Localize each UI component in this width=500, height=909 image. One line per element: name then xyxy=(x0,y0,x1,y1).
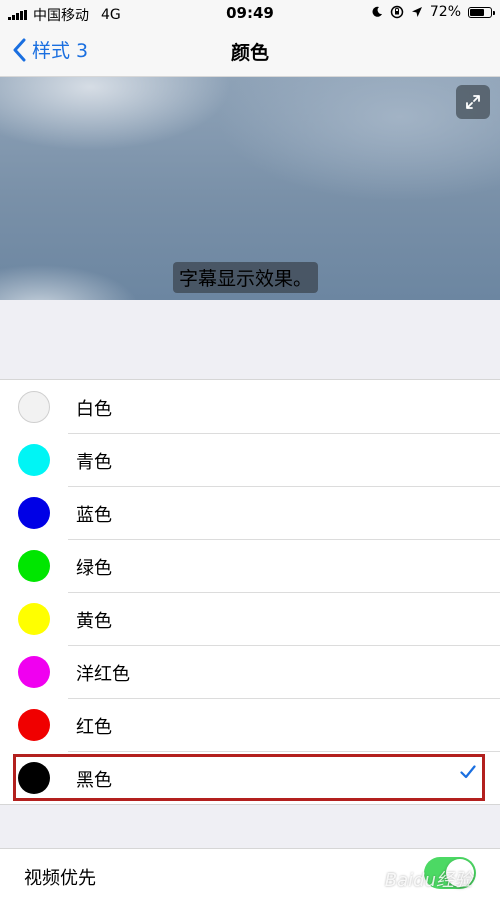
color-option-black[interactable]: 黑色 xyxy=(0,751,500,804)
battery-level xyxy=(470,8,485,16)
swatch-magenta xyxy=(18,656,50,688)
swatch-black xyxy=(18,762,50,794)
swatch-yellow xyxy=(18,603,50,635)
color-list: 白色 青色 蓝色 绿色 黄色 洋红色 红色 黑色 xyxy=(0,379,500,805)
caption-sample: 字幕显示效果。 xyxy=(173,262,319,293)
color-option-white[interactable]: 白色 xyxy=(0,380,500,433)
status-bar: 中国移动 4G 09:49 72% xyxy=(0,0,500,26)
location-icon xyxy=(411,7,422,17)
color-label: 白色 xyxy=(76,399,112,420)
swatch-green xyxy=(18,550,50,582)
color-label: 红色 xyxy=(76,717,112,738)
nav-bar: 样式 3 颜色 xyxy=(0,26,500,77)
video-priority-label: 视频优先 xyxy=(24,868,96,889)
swatch-white xyxy=(18,391,50,423)
color-label: 黑色 xyxy=(76,770,112,791)
color-option-red[interactable]: 红色 xyxy=(0,698,500,751)
swatch-red xyxy=(18,709,50,741)
moon-icon xyxy=(372,6,382,17)
expand-button[interactable] xyxy=(456,85,490,119)
color-label: 蓝色 xyxy=(76,505,112,526)
battery-icon xyxy=(468,6,495,18)
color-option-green[interactable]: 绿色 xyxy=(0,539,500,592)
color-option-yellow[interactable]: 黄色 xyxy=(0,592,500,645)
swatch-blue xyxy=(18,497,50,529)
status-right: 72% xyxy=(371,4,495,20)
color-option-magenta[interactable]: 洋红色 xyxy=(0,645,500,698)
rotation-lock-icon xyxy=(390,5,404,19)
swatch-cyan xyxy=(18,444,50,476)
subtitle-preview: 字幕显示效果。 xyxy=(0,77,500,300)
expand-icon xyxy=(466,95,480,109)
battery-percent: 72% xyxy=(429,4,461,20)
color-label: 青色 xyxy=(76,452,112,473)
color-option-blue[interactable]: 蓝色 xyxy=(0,486,500,539)
color-label: 绿色 xyxy=(76,558,112,579)
checkmark-icon xyxy=(460,765,476,779)
watermark: Baidu经验 xyxy=(384,870,472,891)
color-label: 洋红色 xyxy=(76,664,130,685)
color-label: 黄色 xyxy=(76,611,112,632)
page-title: 颜色 xyxy=(230,42,269,64)
color-option-cyan[interactable]: 青色 xyxy=(0,433,500,486)
